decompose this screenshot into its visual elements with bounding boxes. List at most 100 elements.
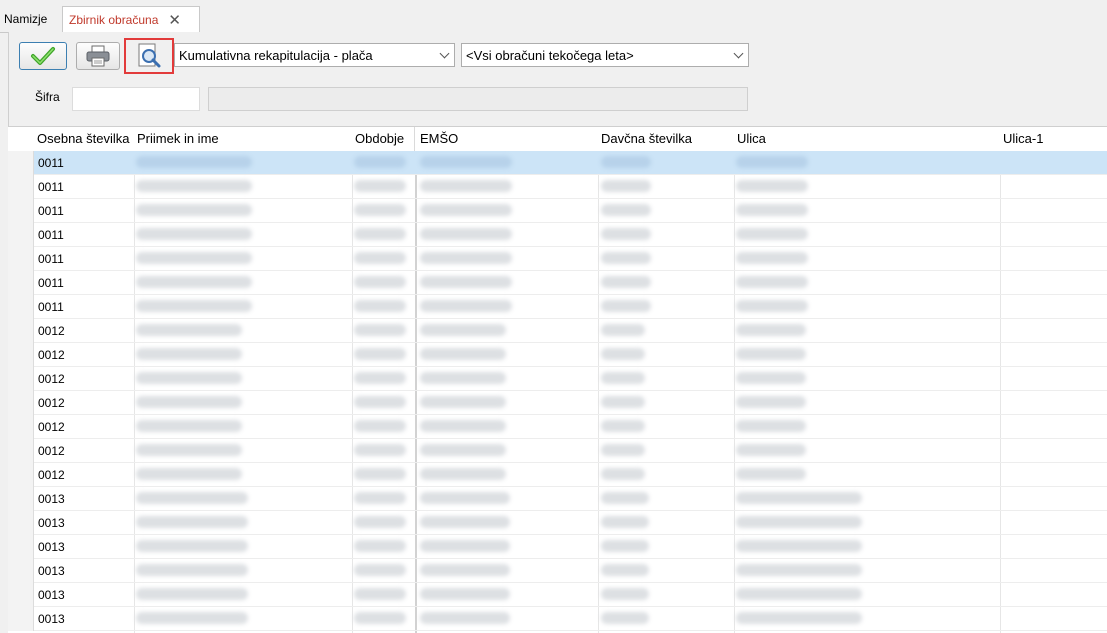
redacted-cell[interactable]: [354, 276, 406, 288]
redacted-cell[interactable]: [420, 516, 510, 528]
cell-osebna-stevilka[interactable]: 0013: [34, 487, 134, 511]
table-row[interactable]: 0011: [8, 271, 1107, 295]
redacted-cell[interactable]: [354, 396, 406, 408]
redacted-cell[interactable]: [136, 612, 248, 624]
redacted-cell[interactable]: [601, 300, 651, 312]
redacted-cell[interactable]: [354, 444, 406, 456]
redacted-cell[interactable]: [136, 564, 248, 576]
redacted-cell[interactable]: [136, 492, 248, 504]
cell-osebna-stevilka[interactable]: 0013: [34, 535, 134, 559]
redacted-cell[interactable]: [136, 180, 252, 192]
redacted-cell[interactable]: [601, 540, 649, 552]
redacted-cell[interactable]: [136, 372, 242, 384]
redacted-cell[interactable]: [736, 564, 862, 576]
redacted-cell[interactable]: [354, 348, 406, 360]
cell-osebna-stevilka[interactable]: 0013: [34, 607, 134, 631]
redacted-cell[interactable]: [601, 372, 645, 384]
period-select[interactable]: <Vsi obračuni tekočega leta>: [461, 43, 749, 67]
table-row[interactable]: 0013: [8, 559, 1107, 583]
redacted-cell[interactable]: [136, 420, 242, 432]
redacted-cell[interactable]: [420, 396, 506, 408]
redacted-cell[interactable]: [354, 180, 406, 192]
table-row[interactable]: 0013: [8, 487, 1107, 511]
cell-osebna-stevilka[interactable]: 0012: [34, 391, 134, 415]
close-icon[interactable]: ✕: [168, 13, 181, 28]
redacted-cell[interactable]: [736, 156, 808, 168]
tab-zbirnik-obracuna[interactable]: Zbirnik obračuna ✕: [62, 6, 200, 34]
table-row[interactable]: 0011: [8, 175, 1107, 199]
redacted-cell[interactable]: [601, 324, 645, 336]
tab-namizje[interactable]: Namizje: [0, 7, 63, 31]
redacted-cell[interactable]: [601, 204, 651, 216]
redacted-cell[interactable]: [420, 324, 506, 336]
redacted-cell[interactable]: [601, 228, 651, 240]
redacted-cell[interactable]: [354, 204, 406, 216]
cell-osebna-stevilka[interactable]: 0013: [34, 583, 134, 607]
redacted-cell[interactable]: [420, 444, 506, 456]
redacted-cell[interactable]: [420, 300, 512, 312]
redacted-cell[interactable]: [136, 540, 248, 552]
row-indicator[interactable]: [8, 487, 34, 511]
column-header-ulica[interactable]: Ulica: [734, 127, 1000, 151]
redacted-cell[interactable]: [136, 396, 242, 408]
redacted-cell[interactable]: [354, 564, 406, 576]
redacted-cell[interactable]: [736, 180, 808, 192]
row-indicator[interactable]: [8, 175, 34, 199]
redacted-cell[interactable]: [736, 492, 862, 504]
redacted-cell[interactable]: [420, 156, 512, 168]
column-header-obdobje[interactable]: Obdobje: [352, 127, 415, 151]
column-header-emso[interactable]: EMŠO: [417, 127, 597, 151]
row-indicator[interactable]: [8, 295, 34, 319]
redacted-cell[interactable]: [136, 156, 252, 168]
row-indicator[interactable]: [8, 271, 34, 295]
cell-osebna-stevilka[interactable]: 0011: [34, 247, 134, 271]
redacted-cell[interactable]: [601, 396, 645, 408]
redacted-cell[interactable]: [601, 492, 649, 504]
row-indicator[interactable]: [8, 559, 34, 583]
row-indicator[interactable]: [8, 439, 34, 463]
cell-osebna-stevilka[interactable]: 0011: [34, 151, 134, 175]
cell-osebna-stevilka[interactable]: 0011: [34, 295, 134, 319]
row-indicator[interactable]: [8, 319, 34, 343]
redacted-cell[interactable]: [736, 348, 806, 360]
redacted-cell[interactable]: [136, 252, 252, 264]
redacted-cell[interactable]: [736, 252, 808, 264]
redacted-cell[interactable]: [601, 252, 651, 264]
row-indicator[interactable]: [8, 463, 34, 487]
redacted-cell[interactable]: [601, 588, 649, 600]
redacted-cell[interactable]: [136, 468, 242, 480]
redacted-cell[interactable]: [736, 516, 862, 528]
redacted-cell[interactable]: [601, 516, 649, 528]
table-row[interactable]: 0013: [8, 511, 1107, 535]
redacted-cell[interactable]: [420, 540, 510, 552]
redacted-cell[interactable]: [601, 468, 645, 480]
row-indicator[interactable]: [8, 199, 34, 223]
redacted-cell[interactable]: [420, 372, 506, 384]
redacted-cell[interactable]: [736, 228, 808, 240]
row-indicator[interactable]: [8, 415, 34, 439]
redacted-cell[interactable]: [354, 420, 406, 432]
redacted-cell[interactable]: [420, 420, 506, 432]
redacted-cell[interactable]: [136, 348, 242, 360]
cell-osebna-stevilka[interactable]: 0012: [34, 367, 134, 391]
redacted-cell[interactable]: [354, 588, 406, 600]
table-row[interactable]: 0011: [8, 151, 1107, 175]
redacted-cell[interactable]: [736, 468, 806, 480]
row-indicator[interactable]: [8, 343, 34, 367]
redacted-cell[interactable]: [136, 276, 252, 288]
redacted-cell[interactable]: [354, 492, 406, 504]
row-indicator[interactable]: [8, 511, 34, 535]
print-button[interactable]: [76, 42, 120, 70]
redacted-cell[interactable]: [736, 204, 808, 216]
redacted-cell[interactable]: [601, 156, 651, 168]
table-row[interactable]: 0013: [8, 583, 1107, 607]
cell-osebna-stevilka[interactable]: 0011: [34, 223, 134, 247]
table-row[interactable]: 0012: [8, 367, 1107, 391]
column-header-davcna-stevilka[interactable]: Davčna številka: [598, 127, 734, 151]
redacted-cell[interactable]: [420, 204, 512, 216]
redacted-cell[interactable]: [354, 228, 406, 240]
redacted-cell[interactable]: [136, 588, 248, 600]
print-preview-button[interactable]: [124, 38, 174, 74]
report-type-select[interactable]: Kumulativna rekapitulacija - plača: [174, 43, 455, 67]
redacted-cell[interactable]: [354, 468, 406, 480]
